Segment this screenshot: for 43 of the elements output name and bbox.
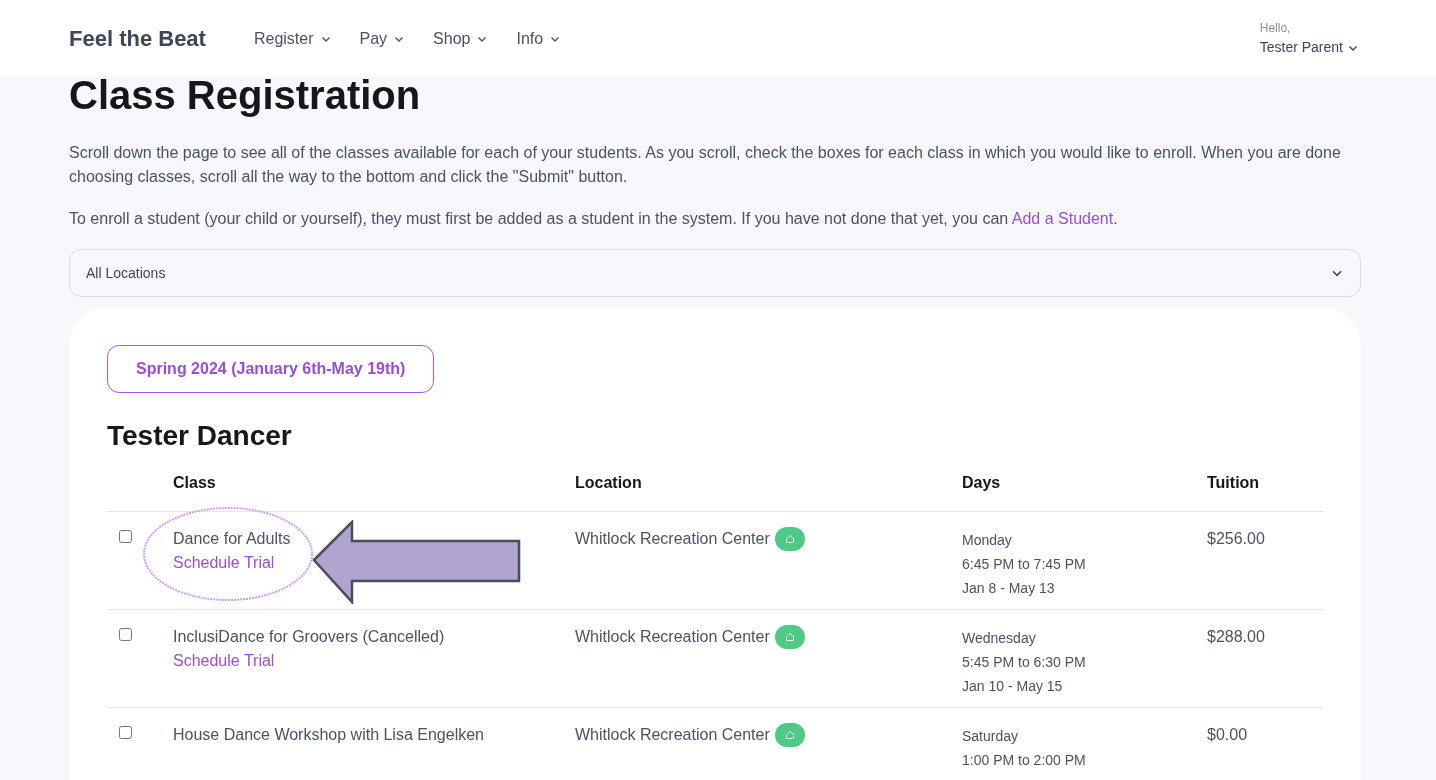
schedule-text: Wednesday — [962, 628, 1037, 648]
class-name: Dance for Adults — [173, 528, 292, 549]
schedule-text: Saturday — [962, 726, 1020, 746]
schedule-text: Jan 10 - May 15 — [962, 676, 1064, 696]
term-button[interactable]: Spring 2024 (January 6th-May 19th) — [107, 345, 435, 393]
nav-menu[interactable]: Shop — [433, 26, 489, 51]
schedule-trial-link[interactable]: Schedule Trial — [173, 648, 275, 673]
schedule-text: Jan 8 - May 13 — [962, 578, 1056, 598]
home-icon — [774, 526, 805, 551]
class-checkbox[interactable] — [119, 529, 132, 543]
column-header: Tuition — [1207, 474, 1260, 491]
tuition-amount: $0.00 — [1207, 725, 1248, 743]
home-icon — [774, 624, 805, 649]
add-student-link[interactable]: Add a Student — [1011, 210, 1114, 227]
location-name: Whitlock Recreation Center — [575, 724, 770, 745]
column-header: Location — [575, 474, 642, 491]
student-name: Tester Dancer — [107, 419, 293, 453]
intro-paragraph: Scroll down the page to see all of the classes available for each of your students. As you scroll, check the boxes for each class in which you would like to enroll. When you are done choosing classes, scroll all the way to the bottom and click the "Submit" button. — [69, 143, 1342, 187]
user-menu[interactable]: Tester Parent — [1259, 37, 1359, 58]
schedule-text: 5:45 PM to 6:30 PM — [962, 652, 1087, 672]
class-checkbox[interactable] — [119, 725, 132, 739]
nav-menu[interactable]: Pay — [359, 26, 406, 51]
schedule-text: 6:45 PM to 7:45 PM — [962, 554, 1087, 574]
schedule-trial-link[interactable]: Schedule Trial — [173, 550, 275, 575]
nav-menu[interactable]: Register — [253, 26, 332, 51]
tuition-amount: $288.00 — [1207, 627, 1265, 645]
class-checkbox[interactable] — [119, 627, 132, 641]
location-name: Whitlock Recreation Center — [575, 626, 770, 647]
column-header: Days — [962, 474, 1001, 491]
intro-paragraph: To enroll a student (your child or yourself), they must first be added as a student in the system. If you have not done that yet, you can Add a Student. — [69, 209, 1119, 229]
location-select[interactable]: All Locations — [69, 249, 1361, 297]
location-name: Whitlock Recreation Center — [575, 528, 770, 549]
page-title: Class Registration — [69, 75, 422, 115]
class-name: House Dance Workshop with Lisa Engelken — [173, 724, 485, 745]
schedule-text: Monday — [962, 530, 1013, 550]
brand-logo[interactable]: Feel the Beat — [69, 22, 206, 55]
greeting-text: Hello, — [1259, 20, 1292, 37]
column-header: Class — [173, 474, 216, 491]
nav-menu[interactable]: Info — [516, 26, 562, 51]
home-icon — [774, 722, 805, 747]
class-name: InclusiDance for Groovers (Cancelled) — [173, 626, 446, 647]
schedule-text: 1:00 PM to 2:00 PM — [962, 750, 1087, 770]
tuition-amount: $256.00 — [1207, 529, 1265, 547]
